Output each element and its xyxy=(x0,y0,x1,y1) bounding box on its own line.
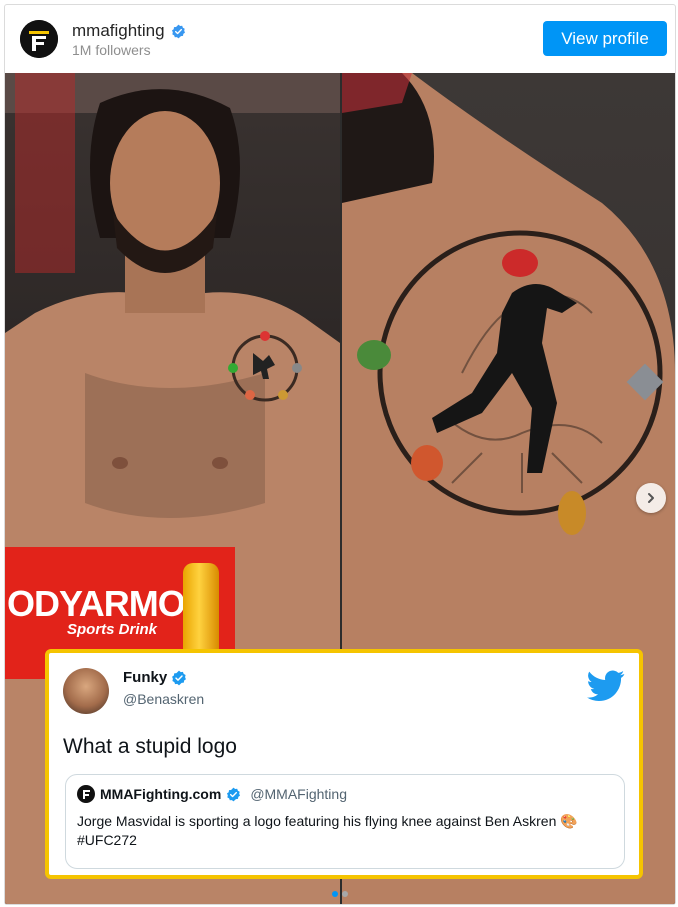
quoted-verified-icon xyxy=(227,787,241,801)
followers-count: 1M followers xyxy=(72,42,151,58)
carousel-next-button[interactable] xyxy=(636,483,666,513)
carousel-indicator xyxy=(5,891,675,897)
post-header: mmafighting 1M followers View profile xyxy=(5,5,675,73)
profile-name-text[interactable]: mmafighting xyxy=(72,21,165,41)
twitter-bird-icon xyxy=(587,670,625,702)
tweet-verified-icon xyxy=(172,670,187,685)
post-media-carousel[interactable]: ODYARMOR Sports Drink Funky @Benaskren W… xyxy=(5,73,675,904)
mma-logo-icon xyxy=(20,20,58,58)
sponsor-sub-text: Sports Drink xyxy=(67,621,158,638)
instagram-embed-card: mmafighting 1M followers View profile OD… xyxy=(4,4,676,905)
carousel-dot-2 xyxy=(342,891,348,897)
profile-avatar[interactable] xyxy=(20,20,58,58)
carousel-dot-1 xyxy=(332,891,338,897)
chevron-right-icon xyxy=(648,493,654,503)
view-profile-button[interactable]: View profile xyxy=(543,21,667,56)
profile-name[interactable]: mmafighting xyxy=(72,21,186,41)
tweet-author-handle: @Benaskren xyxy=(123,691,205,707)
quoted-author-avatar xyxy=(77,785,95,803)
quoted-tweet-text: Jorge Masvidal is sporting a logo featur… xyxy=(77,813,578,848)
tweet-screenshot: Funky @Benaskren What a stupid logo MMAF… xyxy=(45,649,643,879)
verified-badge-icon xyxy=(171,24,185,38)
quoted-tweet: MMAFighting.com @MMAFighting Jorge Masvi… xyxy=(65,774,625,869)
quoted-tweet-header: MMAFighting.com @MMAFighting xyxy=(77,785,347,803)
tweet-author-name: Funky xyxy=(123,669,187,686)
tweet-author-name-text: Funky xyxy=(123,669,168,686)
quoted-author-handle: @MMAFighting xyxy=(250,786,347,802)
tweet-author-avatar xyxy=(63,668,109,714)
quoted-author-name: MMAFighting.com xyxy=(100,786,222,802)
mma-small-logo-icon xyxy=(83,790,90,799)
tweet-text: What a stupid logo xyxy=(63,735,237,758)
